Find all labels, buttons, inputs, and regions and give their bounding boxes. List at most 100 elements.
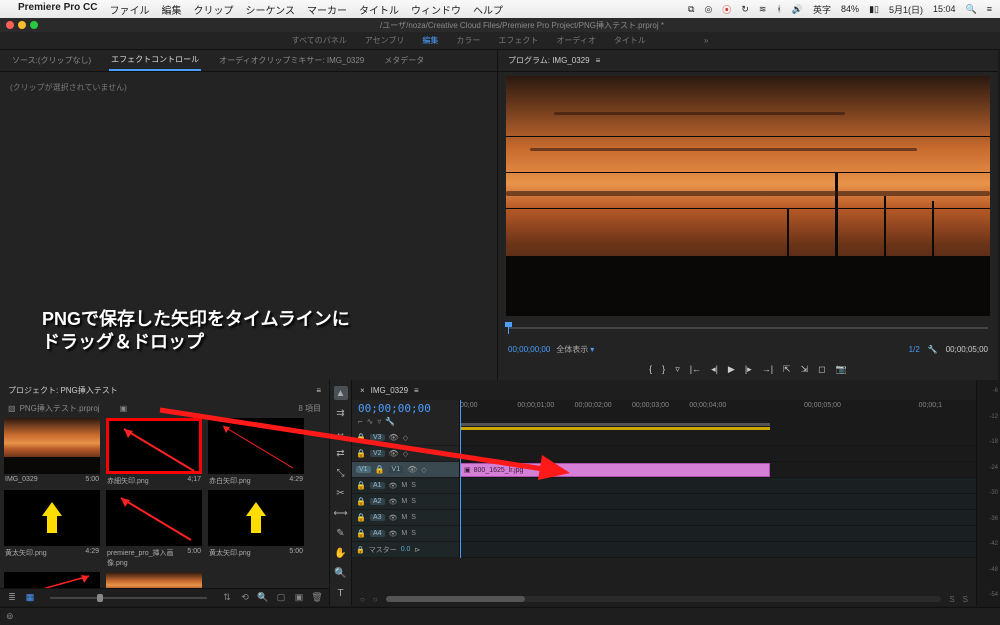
bin-item[interactable] [4,572,100,588]
program-scale[interactable]: 全体表示 [556,344,588,355]
minimize-icon[interactable] [18,21,26,29]
cc-icon[interactable]: ⊚ [6,611,14,622]
menu-marker[interactable]: マーカー [307,2,347,17]
bin-item[interactable]: premiere_pro_挿入画像.png5:00 [106,490,202,568]
ws-edit[interactable]: 編集 [422,35,438,46]
menu-title[interactable]: タイトル [359,2,399,17]
goto-in-icon[interactable]: |← [690,364,701,374]
track-head-a3[interactable]: 🔒A3👁MS [352,510,459,526]
ws-assembly[interactable]: アセンブリ [365,35,405,46]
folder-icon[interactable]: ▣ [120,404,128,413]
cloud-icon[interactable]: ◎ [704,4,712,15]
vol-icon[interactable]: 🔊 [792,4,803,15]
app-name[interactable]: Premiere Pro CC [18,2,97,17]
bin-item[interactable]: 黄太矢印.png4:29 [4,490,100,568]
hand-tool-icon[interactable]: ✋ [334,546,348,560]
ripple-tool-icon[interactable]: ↔ [334,426,348,440]
icon-view-icon[interactable]: ▦ [24,592,36,604]
slip-tool-icon[interactable]: ⟷ [334,506,348,520]
program-timecode[interactable]: 00;00;00;00 [508,345,550,354]
sort-icon[interactable]: ⇅ [221,592,233,604]
wrench-icon[interactable]: 🔧 [928,345,938,354]
trash-icon[interactable]: 🗑 [311,592,323,604]
ime-label[interactable]: 英字 [813,3,831,16]
type-tool-icon[interactable]: T [334,586,348,600]
ws-effects[interactable]: エフェクト [498,35,538,46]
ws-all[interactable]: すべてのパネル [292,35,347,46]
track-head-v1[interactable]: V1🔒V1👁◇ [352,462,459,478]
find-icon[interactable]: 🔍 [257,592,269,604]
record-icon[interactable]: ⦿ [722,3,731,16]
export-frame-icon[interactable]: ◻ [818,364,825,375]
date-label[interactable]: 5月1(日) [889,3,923,16]
program-menu-icon[interactable]: ≡ [596,56,601,65]
lift-icon[interactable]: ⇱ [783,364,791,375]
bt-icon[interactable]: ᚼ [776,4,781,14]
bin-item[interactable]: IMG_03295:00 [4,418,100,486]
tab-audio-mixer[interactable]: オーディオクリップミキサー: IMG_0329 [217,51,366,70]
bin-icon[interactable]: ▧ [8,404,16,413]
menu-sequence[interactable]: シーケンス [245,2,295,17]
mark-in-icon[interactable]: { [649,364,652,374]
battery-icon[interactable]: ▮▯ [869,4,879,15]
bin-item[interactable]: 黄太矢印.png5:00 [208,490,304,568]
sync-icon[interactable]: ↻ [741,4,749,15]
ws-title[interactable]: タイトル [614,35,646,46]
new-bin-icon[interactable]: ▢ [275,592,287,604]
program-scrubber[interactable] [508,320,988,336]
wifi-icon[interactable]: ≋ [759,4,767,15]
extract-icon[interactable]: ⇲ [801,364,809,375]
new-item-icon[interactable]: ▣ [293,592,305,604]
track-head-a2[interactable]: 🔒A2👁MS [352,494,459,510]
step-fwd-icon[interactable]: |▸ [745,364,752,375]
bin-item[interactable]: 赤白矢印.png4:29 [208,418,304,486]
time-label[interactable]: 15:04 [933,4,956,14]
link-icon[interactable]: ∿ [367,417,374,426]
time-ruler[interactable]: 00;0000;00;01;0000;00;02;0000;00;03;0000… [460,400,976,430]
notif-icon[interactable]: ≡ [987,4,992,14]
goto-out-icon[interactable]: →| [762,364,773,374]
track-select-tool-icon[interactable]: ⇉ [334,406,348,420]
spotlight-icon[interactable]: 🔍 [966,4,977,15]
menu-edit[interactable]: 編集 [161,2,181,17]
menu-clip[interactable]: クリップ [193,2,233,17]
list-view-icon[interactable]: ≣ [6,592,18,604]
razor-tool-icon[interactable]: ✂ [334,486,348,500]
menu-window[interactable]: ウィンドウ [411,2,461,17]
track-head-master[interactable]: 🔒マスター0.0⊳ [352,542,459,558]
thumb-size-slider[interactable] [50,597,207,599]
close-icon[interactable] [6,21,14,29]
timeline-zoom-scrollbar[interactable] [386,596,942,602]
sequence-name[interactable]: IMG_0329 [371,386,408,395]
tab-metadata[interactable]: メタデータ [382,51,426,70]
menu-help[interactable]: ヘルプ [473,2,503,17]
mark-out-icon[interactable]: } [662,364,665,374]
tab-effect-controls[interactable]: エフェクトコントロール [109,50,201,71]
track-head-v2[interactable]: 🔒V2👁◇ [352,446,459,462]
play-icon[interactable]: ▶ [728,364,735,375]
zoom-icon[interactable] [30,21,38,29]
menu-file[interactable]: ファイル [109,2,149,17]
ws-overflow-icon[interactable]: » [704,36,708,45]
automate-icon[interactable]: ⟲ [239,592,251,604]
settings-icon[interactable]: 🔧 [385,417,395,426]
camera-icon[interactable]: 📷 [836,364,847,375]
pen-tool-icon[interactable]: ✎ [334,526,348,540]
track-head-a1[interactable]: 🔒A1👁MS [352,478,459,494]
timeline-tracks[interactable]: ▣ 800_1625_lr.jpg [460,430,976,558]
step-back-icon[interactable]: ◂| [711,364,718,375]
program-title[interactable]: プログラム: IMG_0329 [508,55,590,66]
zoom-tool-icon[interactable]: 🔍 [334,566,348,580]
snap-icon[interactable]: ⌐ [358,417,363,426]
ws-color[interactable]: カラー [456,35,480,46]
bin-item[interactable] [106,572,202,588]
marker-add-icon[interactable]: ▿ [377,417,381,426]
marker-icon[interactable]: ▿ [675,364,680,375]
tab-source[interactable]: ソース:(クリップなし) [10,51,93,70]
project-title[interactable]: プロジェクト: PNG挿入テスト [8,385,118,396]
track-head-a4[interactable]: 🔒A4👁MS [352,526,459,542]
selection-tool-icon[interactable]: ▲ [334,386,348,400]
timeline-clip[interactable]: ▣ 800_1625_lr.jpg [460,463,770,477]
bin-item[interactable]: 赤細矢印.png4;17 [106,418,202,486]
rate-tool-icon[interactable]: ⤡ [334,466,348,480]
